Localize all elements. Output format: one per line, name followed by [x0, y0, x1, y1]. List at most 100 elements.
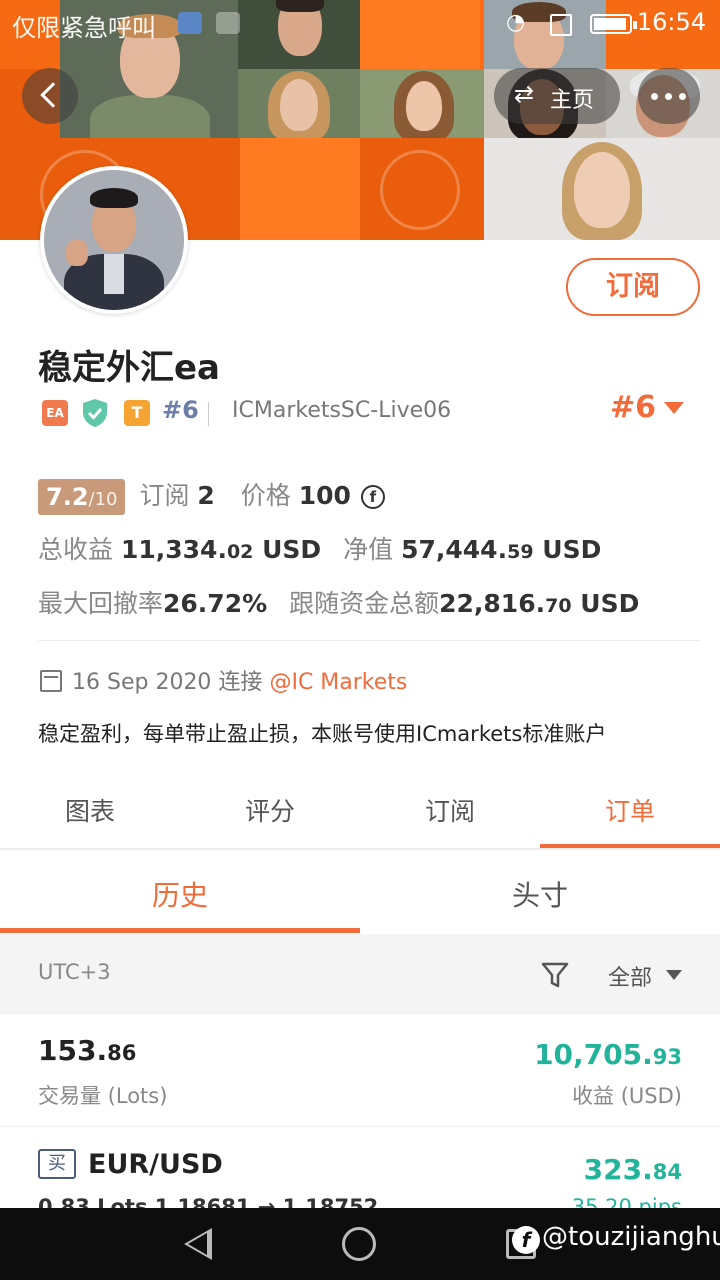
total-lots-int: 153. — [38, 1034, 108, 1067]
total-history-profit: 10,705.93 — [534, 1038, 682, 1071]
total-profit-unit: USD — [262, 535, 322, 564]
score-max: /10 — [88, 489, 118, 510]
more-button[interactable] — [638, 68, 700, 124]
total-profit-int: 11,334. — [120, 535, 227, 564]
tab-chart[interactable]: 图表 — [0, 792, 180, 828]
filter-funnel-icon[interactable] — [540, 960, 570, 990]
back-button[interactable] — [22, 68, 78, 124]
score-value: 7.2 — [46, 483, 89, 511]
home-button-label: 主页 — [550, 88, 595, 113]
connect-date: 16 Sep 2020 — [72, 670, 212, 695]
nav-home-icon[interactable] — [342, 1227, 376, 1261]
history-summary: 153.86 交易量 (Lots) 10,705.93 收益 (USD) — [0, 1014, 720, 1126]
order-pips: 35.20 pips — [571, 1195, 682, 1208]
equity-int: 57,444. — [401, 535, 508, 564]
price-value: 100 — [298, 481, 351, 510]
timezone-label: UTC+3 — [38, 960, 111, 984]
nav-back-icon[interactable] — [184, 1228, 212, 1260]
buy-tag: 买 — [38, 1149, 76, 1179]
caret-down-icon[interactable] — [664, 402, 684, 414]
profile-description: 稳定盈利，每单带止盈止损，本账号使用ICmarkets标准账户 — [38, 722, 607, 746]
filter-all-dropdown[interactable]: 全部 — [608, 960, 652, 992]
more-dots-icon — [679, 93, 686, 100]
follow-label: 跟随资金总额 — [289, 589, 440, 618]
follow-value: 22,816.70 USD — [439, 589, 639, 618]
rank-dropdown[interactable]: #6 — [610, 390, 656, 425]
home-button[interactable]: ⇄ 主页 — [494, 68, 620, 124]
subscribe-button[interactable]: 订阅 — [566, 258, 700, 316]
active-subtab-indicator — [0, 928, 360, 933]
order-pair: EUR/USD — [88, 1149, 223, 1180]
drawdown-value: 26.72% — [163, 589, 268, 618]
connect-info: 16 Sep 2020 连接 @IC Markets — [40, 664, 407, 696]
total-lots-label: 交易量 (Lots) — [38, 1084, 168, 1108]
main-tabs: 图表 评分 订阅 订单 — [0, 780, 720, 848]
banner-photo — [360, 69, 484, 138]
ea-badge: EA — [42, 400, 68, 426]
rank-label: #6 — [162, 396, 199, 424]
subtab-history[interactable]: 历史 — [0, 874, 360, 914]
watermark-logo-icon: f — [512, 1226, 540, 1254]
back-arrow-icon — [40, 82, 66, 108]
tab-rating[interactable]: 评分 — [180, 792, 360, 828]
subs-label: 订阅 — [139, 481, 190, 510]
equity-value: 57,444.59 USD — [401, 535, 601, 564]
total-history-profit-int: 10,705. — [534, 1038, 653, 1071]
banner-pattern — [380, 150, 460, 230]
separator — [208, 402, 209, 426]
status-carrier-text: 仅限紧急呼叫 — [12, 14, 156, 42]
caret-down-icon[interactable] — [666, 970, 682, 980]
watermark: f @touzijianghu — [512, 1222, 720, 1254]
order-profit: 323.84 — [584, 1153, 682, 1186]
more-dots-icon — [651, 93, 658, 100]
sim-icon — [550, 14, 572, 36]
divider — [38, 640, 700, 641]
total-profit-dec: 02 — [226, 541, 254, 563]
follow-dec: 70 — [545, 595, 572, 617]
stats-row-2: 总收益 11,334.02 USD 净值 57,444.59 USD — [38, 530, 601, 566]
total-profit-label: 总收益 — [38, 535, 114, 564]
status-bar: 仅限紧急呼叫 ◔ 16:54 — [0, 0, 720, 48]
server-name: ICMarketsSC-Live06 — [232, 398, 452, 423]
connect-label: 连接 — [218, 670, 263, 695]
follow-unit: USD — [580, 589, 640, 618]
banner-photo — [238, 69, 360, 138]
status-time: 16:54 — [636, 8, 706, 36]
calendar-icon — [40, 670, 62, 692]
stats-row-3: 最大回撤率26.72% 跟随资金总额22,816.70 USD — [38, 584, 639, 620]
order-details: 0.83 Lots 1.18681 → 1.18752 — [38, 1195, 379, 1208]
total-profit-value: 11,334.02 USD — [121, 535, 321, 564]
coin-icon: f — [360, 485, 385, 509]
swap-arrows-icon: ⇄ — [514, 80, 535, 108]
equity-unit: USD — [542, 535, 602, 564]
banner-photo — [484, 138, 720, 240]
battery-icon — [590, 14, 637, 34]
banner-tile — [240, 138, 360, 240]
equity-dec: 59 — [507, 541, 534, 563]
profile-name: 稳定外汇ea — [38, 348, 221, 388]
total-history-profit-dec: 93 — [652, 1045, 682, 1069]
avatar[interactable] — [40, 166, 188, 314]
watermark-text: @touzijianghu — [542, 1222, 720, 1252]
avatar-photo — [44, 170, 184, 310]
order-profit-int: 323. — [583, 1153, 653, 1186]
wifi-icon: ◔ — [506, 10, 526, 35]
drawdown-label: 最大回撤率 — [38, 589, 164, 618]
trader-badge: T — [124, 400, 150, 426]
health-icon — [178, 12, 202, 34]
verified-shield-icon — [82, 398, 108, 428]
subs-value: 2 — [197, 481, 215, 510]
total-history-profit-label: 收益 (USD) — [572, 1084, 682, 1108]
tab-orders[interactable]: 订单 — [540, 792, 720, 828]
order-subtabs: 历史 头寸 — [0, 850, 720, 934]
stats-row-1: 7.2/10 订阅 2 价格 100 f — [38, 476, 385, 515]
equity-label: 净值 — [343, 535, 394, 564]
image-icon — [216, 12, 240, 34]
order-row[interactable]: 买 EUR/USD 323.84 0.83 Lots 1.18681 → 1.1… — [0, 1127, 720, 1208]
subtab-positions[interactable]: 头寸 — [360, 874, 720, 914]
tab-subscribe[interactable]: 订阅 — [360, 792, 540, 828]
follow-int: 22,816. — [439, 589, 546, 618]
order-profit-dec: 84 — [652, 1160, 682, 1184]
price-label: 价格 — [240, 481, 291, 510]
broker-link[interactable]: @IC Markets — [269, 670, 407, 695]
